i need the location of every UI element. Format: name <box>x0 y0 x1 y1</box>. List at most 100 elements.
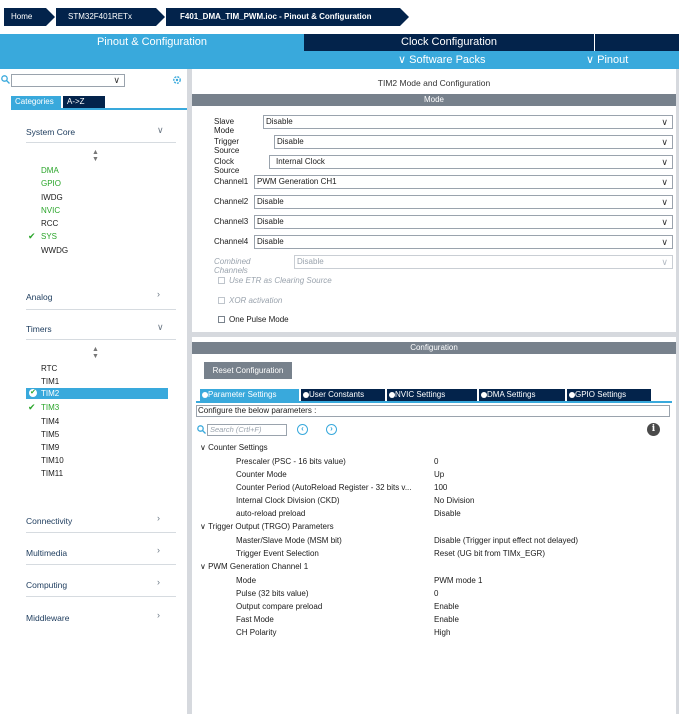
list-item-tim2[interactable]: ✔ TIM2 <box>26 388 168 399</box>
param-value[interactable]: 0 <box>434 589 438 598</box>
left-panel: ∨ Categories A->Z System Core ∨ ▲ ▼ DMA G… <box>0 69 187 714</box>
list-item-iwdg[interactable]: IWDG <box>41 193 63 202</box>
tab-gpio-settings[interactable]: GPIO Settings <box>567 389 651 401</box>
list-item-gpio[interactable]: GPIO <box>41 179 61 188</box>
breadcrumb-project[interactable]: F401_DMA_TIM_PWM.ioc - Pinout & Configur… <box>166 8 409 26</box>
tab-a-z[interactable]: A->Z <box>63 96 105 108</box>
section-timers[interactable]: Timers <box>26 324 52 334</box>
section-divider[interactable] <box>192 332 676 337</box>
tab-pinout-configuration[interactable]: Pinout & Configuration <box>0 34 304 51</box>
group-pwm-channel-1[interactable]: ∨ PWM Generation Channel 1 <box>200 562 308 571</box>
chevron-right-icon[interactable]: › <box>157 513 160 523</box>
tab-user-constants[interactable]: User Constants <box>301 389 385 401</box>
configuration-header: Configuration <box>192 342 676 354</box>
section-multimedia[interactable]: Multimedia <box>26 548 67 558</box>
param-value[interactable]: No Division <box>434 496 474 505</box>
main-tab-bar: Pinout & Configuration Clock Configurati… <box>0 34 679 51</box>
group-counter-settings[interactable]: ∨ Counter Settings <box>200 443 268 452</box>
channel3-select[interactable]: Disable ∨ <box>254 215 673 229</box>
pinout-menu-button[interactable]: ∨ Pinout <box>586 51 628 69</box>
next-icon[interactable]: › <box>326 424 337 435</box>
breadcrumb-device[interactable]: STM32F401RETx <box>56 8 165 26</box>
chevron-down-icon: ∨ <box>661 177 668 187</box>
one-pulse-mode-checkbox[interactable]: One Pulse Mode <box>218 315 289 324</box>
trigger-source-select[interactable]: Disable ∨ <box>274 135 673 149</box>
list-item-tim1[interactable]: TIM1 <box>41 377 59 386</box>
list-item-rtc[interactable]: RTC <box>41 364 57 373</box>
checkbox-label: One Pulse Mode <box>229 315 289 324</box>
reset-configuration-button[interactable]: Reset Configuration <box>204 362 292 379</box>
checkbox-box[interactable] <box>218 316 225 323</box>
param-name: Mode <box>236 576 257 585</box>
breadcrumb-project-label: F401_DMA_TIM_PWM.ioc - Pinout & Configur… <box>180 12 372 21</box>
clock-source-select[interactable]: Internal Clock ∨ <box>269 155 673 169</box>
param-value[interactable]: Disable (Trigger input effect not delaye… <box>434 536 578 545</box>
param-value[interactable]: 0 <box>434 457 438 466</box>
list-item-tim10[interactable]: TIM10 <box>41 456 64 465</box>
section-system-core[interactable]: System Core <box>26 127 75 137</box>
software-packs-button[interactable]: ∨ Software Packs <box>398 51 486 69</box>
channel2-select[interactable]: Disable ∨ <box>254 195 673 209</box>
param-value[interactable]: PWM mode 1 <box>434 576 482 585</box>
param-value[interactable]: Reset (UG bit from TIMx_EGR) <box>434 549 545 558</box>
info-icon[interactable]: i <box>647 423 660 436</box>
param-value[interactable]: 100 <box>434 483 447 492</box>
select-value: Disable <box>257 237 284 246</box>
sort-icon[interactable]: ▲ ▼ <box>92 346 99 360</box>
tab-categories[interactable]: Categories <box>11 96 61 108</box>
tab-parameter-settings[interactable]: Parameter Settings <box>200 389 299 401</box>
param-value[interactable]: High <box>434 628 450 637</box>
list-item-tim9[interactable]: TIM9 <box>41 443 59 452</box>
info-text: Configure the below parameters : <box>196 405 670 417</box>
param-name: Prescaler (PSC - 16 bits value) <box>236 457 346 466</box>
chevron-down-icon: ∨ <box>661 137 668 147</box>
list-item-sys[interactable]: SYS <box>41 232 57 241</box>
chevron-down-icon: ∨ <box>113 75 120 85</box>
param-value[interactable]: Enable <box>434 602 459 611</box>
section-divider <box>26 142 176 143</box>
select-value: Disable <box>257 197 284 206</box>
check-icon: ✔ <box>28 402 36 412</box>
section-divider <box>26 564 176 565</box>
tab-dma-settings[interactable]: DMA Settings <box>479 389 565 401</box>
check-circle-icon: ✔ <box>29 389 37 397</box>
chevron-right-icon[interactable]: › <box>157 289 160 299</box>
param-value[interactable]: Enable <box>434 615 459 624</box>
list-item-tim5[interactable]: TIM5 <box>41 430 59 439</box>
param-value[interactable]: Up <box>434 470 444 479</box>
list-item-dma[interactable]: DMA <box>41 166 59 175</box>
tab-nvic-settings[interactable]: NVIC Settings <box>387 389 477 401</box>
slave-mode-select[interactable]: Disable ∨ <box>263 115 673 129</box>
list-item-tim4[interactable]: TIM4 <box>41 417 59 426</box>
chevron-right-icon[interactable]: › <box>157 577 160 587</box>
section-analog[interactable]: Analog <box>26 292 52 302</box>
channel4-select[interactable]: Disable ∨ <box>254 235 673 249</box>
previous-icon[interactable]: ‹ <box>297 424 308 435</box>
list-item-rcc[interactable]: RCC <box>41 219 58 228</box>
sort-icon[interactable]: ▲ ▼ <box>92 149 99 163</box>
group-trigger-output[interactable]: ∨ Trigger Output (TRGO) Parameters <box>200 522 334 531</box>
sub-menu-bar: ∨ Software Packs ∨ Pinout <box>0 51 679 69</box>
list-item-tim11[interactable]: TIM11 <box>41 469 63 478</box>
list-item-wwdg[interactable]: WWDG <box>41 246 68 255</box>
channel1-select[interactable]: PWM Generation CH1 ∨ <box>254 175 673 189</box>
section-middleware[interactable]: Middleware <box>26 613 69 623</box>
select-value: Disable <box>257 217 284 226</box>
section-computing[interactable]: Computing <box>26 580 67 590</box>
select-value: Disable <box>297 257 324 266</box>
list-item-nvic[interactable]: NVIC <box>41 206 60 215</box>
gear-icon[interactable] <box>172 75 182 85</box>
chevron-down-icon[interactable]: ∨ <box>157 322 164 333</box>
section-connectivity[interactable]: Connectivity <box>26 516 72 526</box>
select-value: Disable <box>277 137 304 146</box>
param-value[interactable]: Disable <box>434 509 461 518</box>
parameter-search-input[interactable]: Search (Crtl+F) <box>207 424 287 436</box>
chevron-down-icon: ∨ <box>661 257 668 267</box>
breadcrumb-home[interactable]: Home <box>4 8 55 26</box>
chevron-down-icon[interactable]: ∨ <box>157 125 164 136</box>
tab-clock-configuration[interactable]: Clock Configuration <box>304 34 594 51</box>
chevron-right-icon[interactable]: › <box>157 610 160 620</box>
list-item-tim3[interactable]: TIM3 <box>41 403 59 412</box>
search-input[interactable]: ∨ <box>11 74 125 87</box>
chevron-right-icon[interactable]: › <box>157 545 160 555</box>
